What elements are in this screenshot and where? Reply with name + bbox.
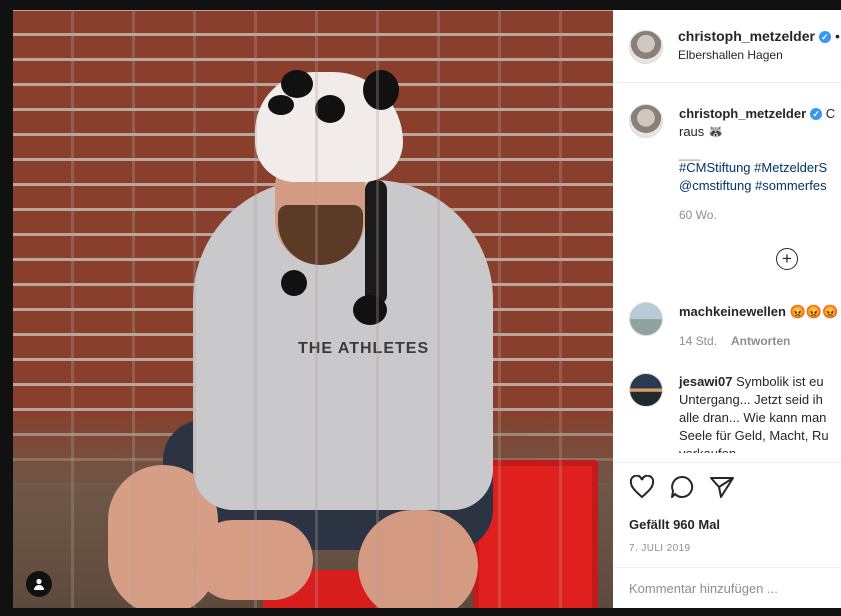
more-options-icon[interactable]: • — [835, 28, 840, 44]
comment-author[interactable]: jesawi07 — [679, 374, 733, 389]
plus-circle-icon[interactable]: + — [776, 248, 798, 270]
comment-text: Symbolik ist eu — [736, 374, 824, 389]
comment-icon[interactable] — [669, 475, 695, 504]
knee-right — [358, 510, 478, 608]
comment-avatar[interactable] — [629, 302, 663, 336]
comment-author[interactable]: machkeinewellen — [679, 304, 786, 319]
verified-icon: ✓ — [818, 31, 831, 43]
face — [275, 150, 365, 265]
caption-hashtags[interactable]: #CMStiftung #MetzelderS — [679, 159, 827, 177]
comment-input-area[interactable]: Kommentar hinzufügen ... — [613, 567, 841, 608]
author-username[interactable]: christoph_metzelder ✓ — [678, 28, 831, 44]
caption-text-start: C — [825, 106, 836, 121]
post-photo[interactable]: THE ATHLETES — [13, 10, 613, 608]
comment-avatar[interactable] — [629, 373, 663, 407]
post-modal: THE ATHLETES christoph_metzelder ✓ Elbers… — [0, 0, 841, 616]
hat-strap — [365, 180, 387, 305]
panda-ear-left — [281, 70, 313, 98]
post-date[interactable]: 7. JULI 2019 — [629, 543, 691, 554]
reply-button[interactable]: Antworten — [731, 334, 790, 348]
caption-author[interactable]: christoph_metzelder — [679, 106, 806, 121]
hands — [193, 520, 313, 600]
comment-1: machkeinewellen 😡😡😡 — [679, 303, 838, 321]
shorts — [163, 420, 493, 550]
post-sidebar: christoph_metzelder ✓ Elbershallen Hagen … — [613, 10, 841, 608]
panda-hat — [255, 72, 403, 182]
panda-eye-right — [315, 95, 345, 123]
caption-line1: christoph_metzelder ✓ C — [679, 105, 835, 123]
like-count[interactable]: Gefällt 960 Mal — [629, 517, 720, 532]
location-link[interactable]: Elbershallen Hagen — [678, 48, 783, 62]
hoodie — [193, 180, 493, 510]
comment-input[interactable]: Kommentar hinzufügen ... — [629, 581, 778, 596]
panda-ear-right — [363, 70, 399, 110]
beard — [278, 205, 363, 265]
caption-avatar[interactable] — [629, 104, 663, 138]
crate — [473, 460, 598, 608]
comment-text: 😡😡😡 — [789, 304, 839, 319]
ground — [13, 408, 613, 608]
user-icon[interactable] — [26, 571, 52, 597]
pom-pom-right — [353, 295, 387, 325]
share-icon[interactable] — [709, 475, 735, 504]
heart-icon[interactable] — [629, 474, 655, 504]
action-bar: Gefällt 960 Mal 7. JULI 2019 Kommentar h… — [613, 462, 841, 608]
knee-left — [108, 465, 218, 608]
panda-eye-left — [268, 95, 294, 115]
caption-line2: raus 🦝 — [679, 124, 725, 139]
comment-age[interactable]: 14 Std. — [679, 334, 717, 348]
comment-2-line4: Seele für Geld, Macht, Ru — [679, 428, 829, 443]
comment-2-line1: jesawi07 Symbolik ist eu — [679, 373, 824, 391]
author-name[interactable]: christoph_metzelder — [678, 28, 815, 44]
post-header: christoph_metzelder ✓ Elbershallen Hagen … — [613, 10, 841, 83]
pom-pom-left — [281, 270, 307, 296]
caption-age[interactable]: 60 Wo. — [679, 208, 717, 222]
caption-mentions[interactable]: @cmstiftung #sommerfes — [679, 177, 827, 195]
comment-2-line2: Untergang... Jetzt seid ih — [679, 392, 823, 407]
comment-2-line3: alle dran... Wie kann man — [679, 410, 827, 425]
shirt-print: THE ATHLETES — [298, 340, 430, 357]
comment-2-line5: verkaufen — [679, 445, 736, 453]
avatar[interactable] — [629, 30, 663, 64]
crate-back — [263, 570, 393, 608]
verified-icon: ✓ — [810, 108, 823, 120]
